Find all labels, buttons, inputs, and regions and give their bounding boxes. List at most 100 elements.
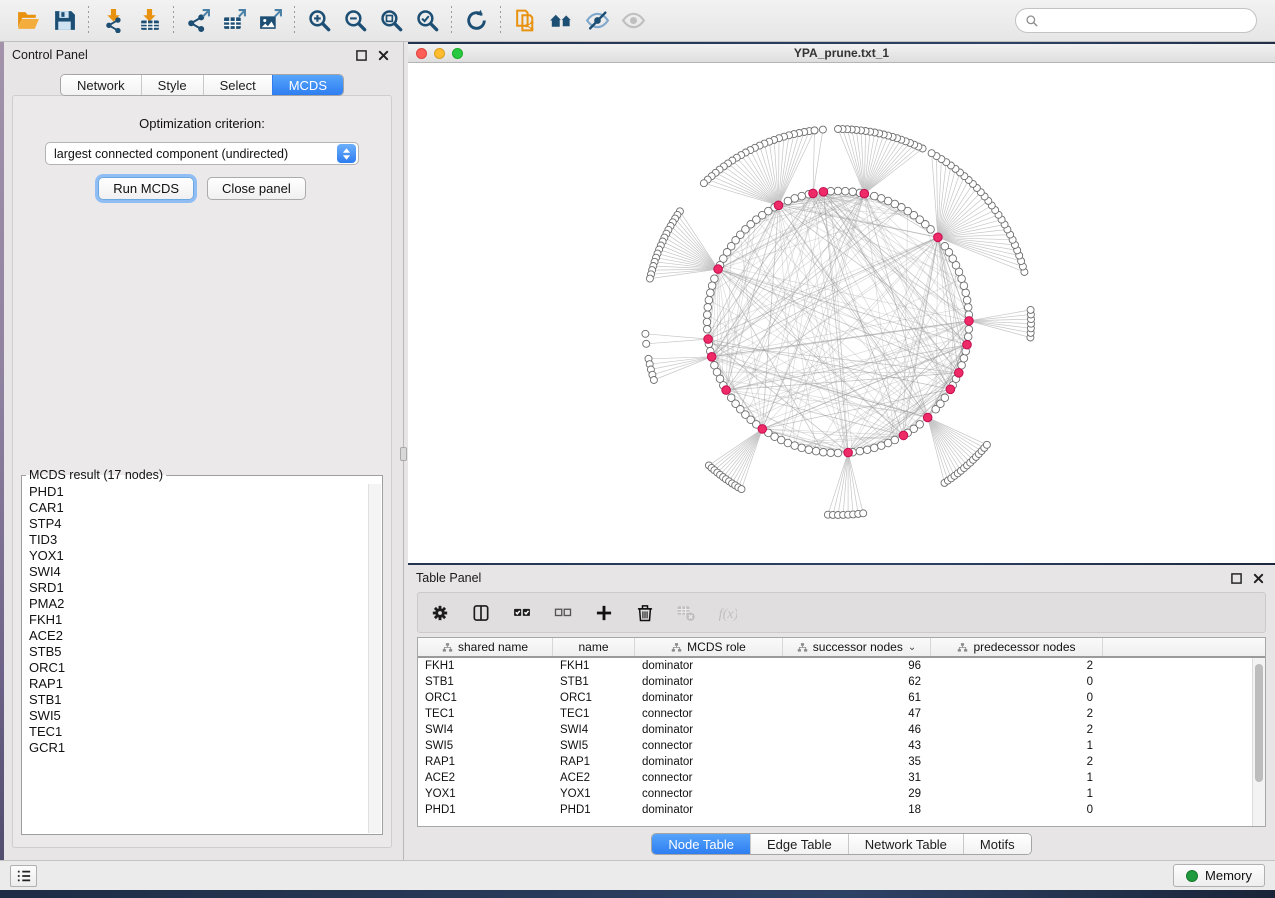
- deselect-all-rows-icon: [553, 603, 573, 623]
- cell-MCDS-role: dominator: [635, 674, 783, 690]
- mcds-result-node[interactable]: STB5: [23, 644, 368, 660]
- float-table-panel-icon[interactable]: [1227, 570, 1245, 586]
- export-table-icon: [222, 8, 247, 33]
- mcds-result-node[interactable]: STP4: [23, 516, 368, 532]
- tab-select[interactable]: Select: [203, 75, 272, 95]
- zoom-in-button[interactable]: [301, 5, 337, 37]
- clone-network-button[interactable]: [507, 5, 543, 37]
- cell-name: ORC1: [553, 690, 635, 706]
- refresh-button[interactable]: [458, 5, 494, 37]
- close-panel-icon[interactable]: [374, 47, 392, 63]
- first-neighbors-button[interactable]: [543, 5, 579, 37]
- export-image-button[interactable]: [252, 5, 288, 37]
- column-header-successor-nodes[interactable]: successor nodes⌄: [783, 638, 931, 656]
- table-row[interactable]: PHD1PHD1dominator180: [418, 802, 1252, 818]
- column-header-name[interactable]: name: [553, 638, 635, 656]
- mcds-result-node[interactable]: TID3: [23, 532, 368, 548]
- column-header-MCDS-role[interactable]: MCDS role: [635, 638, 783, 656]
- import-network-button[interactable]: [95, 5, 131, 37]
- mcds-result-node[interactable]: ORC1: [23, 660, 368, 676]
- mcds-list-scrollbar[interactable]: [368, 484, 381, 833]
- table-rows: FKH1FKH1dominator962STB1STB1dominator620…: [418, 658, 1252, 826]
- column-header-predecessor-nodes[interactable]: predecessor nodes: [931, 638, 1103, 656]
- mcds-result-node[interactable]: RAP1: [23, 676, 368, 692]
- network-title: YPA_prune.txt_1: [408, 46, 1275, 60]
- add-row-button[interactable]: [592, 601, 616, 625]
- tab-motifs[interactable]: Motifs: [963, 834, 1031, 854]
- mcds-result-node[interactable]: PMA2: [23, 596, 368, 612]
- show-columns-button[interactable]: [469, 601, 493, 625]
- tab-network-table[interactable]: Network Table: [848, 834, 963, 854]
- optimization-criterion-label: Optimization criterion:: [13, 116, 391, 131]
- cell-shared-name: RAP1: [418, 754, 553, 770]
- export-table-button[interactable]: [216, 5, 252, 37]
- mcds-result-node[interactable]: SWI5: [23, 708, 368, 724]
- search-input[interactable]: [1045, 13, 1247, 28]
- network-canvas[interactable]: [408, 63, 1275, 563]
- node-table: shared namenameMCDS rolesuccessor nodes⌄…: [417, 637, 1266, 827]
- table-row[interactable]: YOX1YOX1connector291: [418, 786, 1252, 802]
- first-neighbors-icon: [549, 8, 574, 33]
- cell-name: STB1: [553, 674, 635, 690]
- task-history-button[interactable]: [10, 865, 37, 887]
- table-row[interactable]: STB1STB1dominator620: [418, 674, 1252, 690]
- mcds-result-node[interactable]: SWI4: [23, 564, 368, 580]
- hide-selected-button[interactable]: [579, 5, 615, 37]
- table-settings-button[interactable]: [428, 601, 452, 625]
- delete-row-button[interactable]: [633, 601, 657, 625]
- table-row[interactable]: ORC1ORC1dominator610: [418, 690, 1252, 706]
- optimization-criterion-select[interactable]: largest connected component (undirected): [45, 142, 359, 165]
- zoom-selected-button[interactable]: [409, 5, 445, 37]
- close-table-panel-icon[interactable]: [1249, 570, 1267, 586]
- mcds-result-title: MCDS result (17 nodes): [26, 468, 166, 482]
- mcds-result-node[interactable]: FKH1: [23, 612, 368, 628]
- mcds-result-node[interactable]: GCR1: [23, 740, 368, 756]
- tab-node-table[interactable]: Node Table: [652, 834, 750, 854]
- save-session-button[interactable]: [46, 5, 82, 37]
- zoom-fit-button[interactable]: [373, 5, 409, 37]
- mcds-result-node[interactable]: CAR1: [23, 500, 368, 516]
- select-all-rows-button[interactable]: [510, 601, 534, 625]
- cell-shared-name: PHD1: [418, 802, 553, 818]
- open-file-button[interactable]: [10, 5, 46, 37]
- deselect-all-rows-button[interactable]: [551, 601, 575, 625]
- table-row[interactable]: TEC1TEC1connector472: [418, 706, 1252, 722]
- mcds-result-node[interactable]: PHD1: [23, 484, 368, 500]
- table-row[interactable]: SWI5SWI5connector431: [418, 738, 1252, 754]
- search-box[interactable]: [1015, 8, 1257, 33]
- mcds-result-node[interactable]: ACE2: [23, 628, 368, 644]
- table-row[interactable]: ACE2ACE2connector311: [418, 770, 1252, 786]
- mcds-result-node[interactable]: SRD1: [23, 580, 368, 596]
- tab-network[interactable]: Network: [61, 75, 141, 95]
- delete-table-icon: [676, 603, 696, 623]
- panel-splitter[interactable]: [400, 42, 408, 860]
- cell-name: ACE2: [553, 770, 635, 786]
- cell-successor-nodes: 62: [783, 674, 931, 690]
- table-row[interactable]: SWI4SWI4dominator462: [418, 722, 1252, 738]
- cell-successor-nodes: 96: [783, 658, 931, 674]
- mcds-result-node[interactable]: TEC1: [23, 724, 368, 740]
- cell-successor-nodes: 29: [783, 786, 931, 802]
- mcds-result-node[interactable]: STB1: [23, 692, 368, 708]
- run-mcds-button[interactable]: Run MCDS: [98, 177, 194, 200]
- tab-mcds[interactable]: MCDS: [272, 75, 343, 95]
- close-panel-button[interactable]: Close panel: [207, 177, 306, 200]
- table-scrollbar-thumb[interactable]: [1255, 664, 1263, 782]
- memory-button[interactable]: Memory: [1173, 864, 1265, 887]
- splitter-grip[interactable]: [400, 447, 407, 461]
- export-network-button[interactable]: [180, 5, 216, 37]
- network-window-titlebar[interactable]: YPA_prune.txt_1: [408, 44, 1275, 63]
- column-header-shared-name[interactable]: shared name: [418, 638, 553, 656]
- table-row[interactable]: RAP1RAP1dominator352: [418, 754, 1252, 770]
- cell-predecessor-nodes: 1: [931, 770, 1103, 786]
- tab-style[interactable]: Style: [141, 75, 203, 95]
- mcds-result-list[interactable]: PHD1CAR1STP4TID3YOX1SWI4SRD1PMA2FKH1ACE2…: [23, 484, 368, 833]
- zoom-out-button[interactable]: [337, 5, 373, 37]
- mcds-result-node[interactable]: YOX1: [23, 548, 368, 564]
- table-row[interactable]: FKH1FKH1dominator962: [418, 658, 1252, 674]
- tab-edge-table[interactable]: Edge Table: [750, 834, 848, 854]
- float-panel-icon[interactable]: [352, 47, 370, 63]
- import-table-button[interactable]: [131, 5, 167, 37]
- table-scrollbar[interactable]: [1252, 658, 1265, 826]
- control-panel-title: Control Panel: [12, 48, 88, 62]
